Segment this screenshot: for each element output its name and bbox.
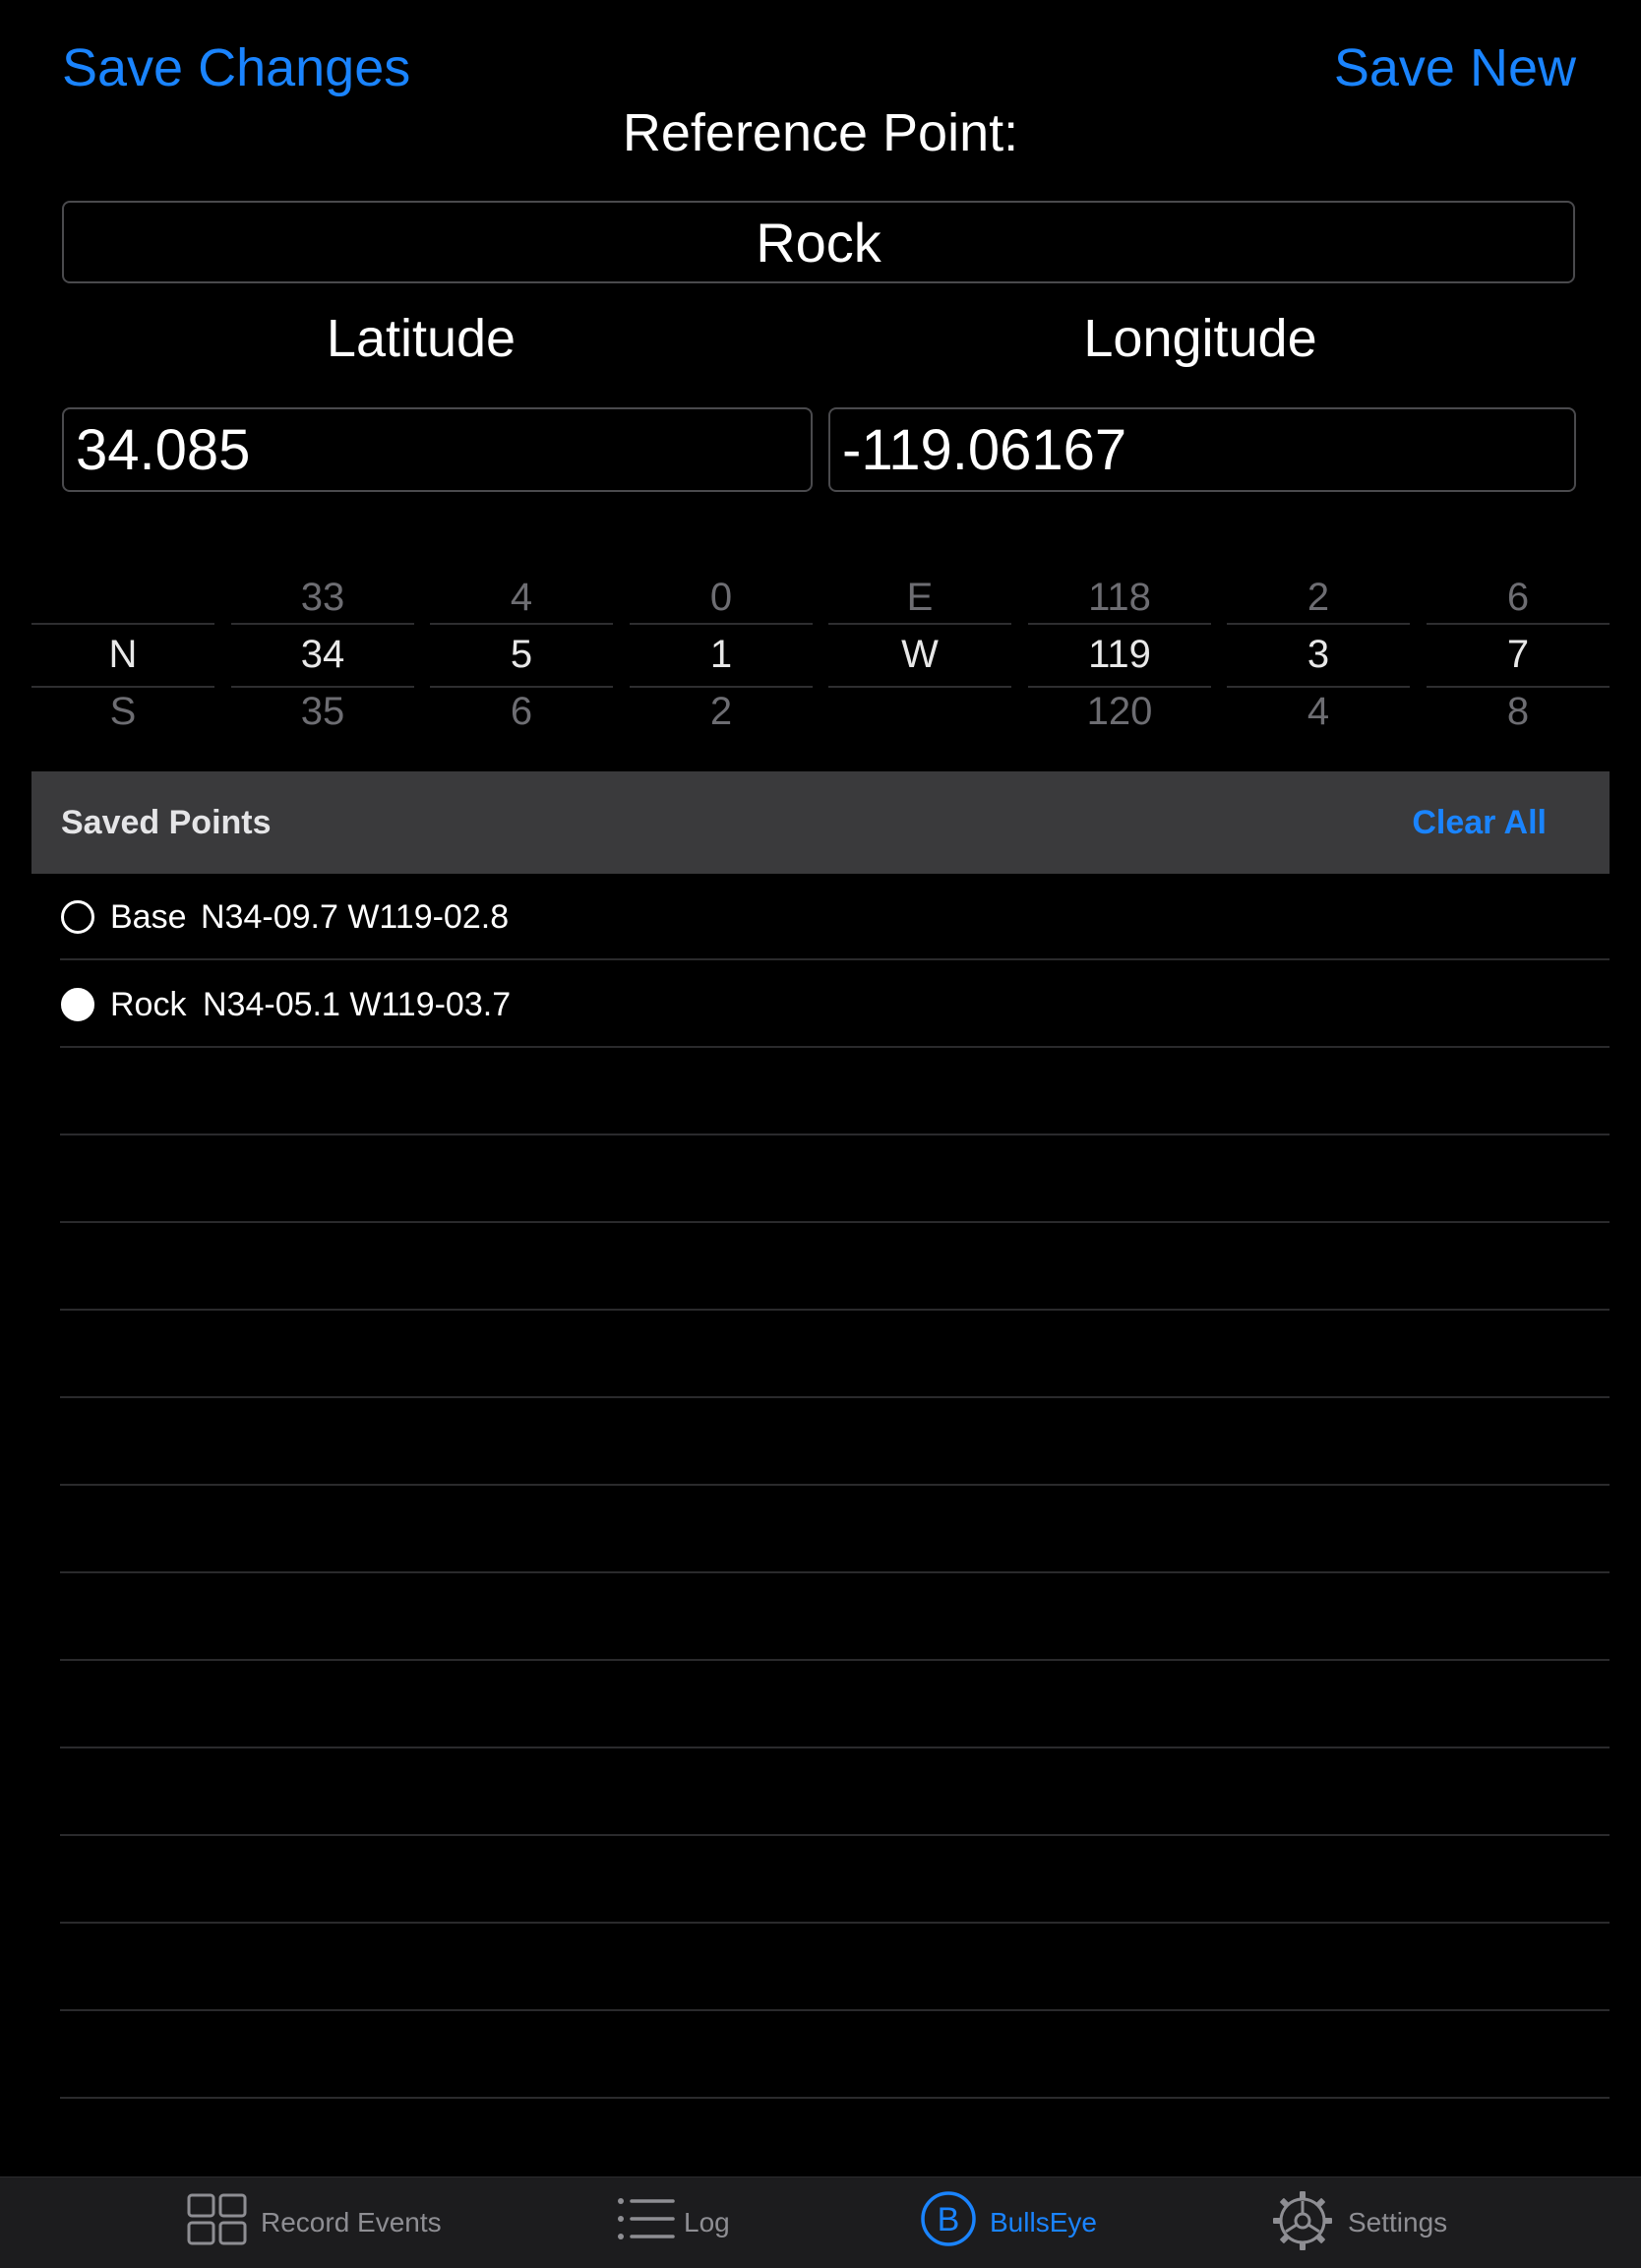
save-changes-button[interactable]: Save Changes	[62, 37, 410, 98]
picker-option[interactable]: E	[828, 573, 1011, 622]
picker-option[interactable]: 2	[630, 687, 813, 736]
picker-option[interactable]: S	[31, 687, 214, 736]
picker-divider	[231, 623, 414, 625]
empty-row	[60, 1749, 1610, 1836]
picker-divider	[828, 623, 1011, 625]
saved-point-coordinates: N34-09.7 W119-02.8	[201, 898, 510, 936]
picker-option[interactable]: 4	[430, 573, 613, 622]
clear-all-button[interactable]: Clear All	[1412, 801, 1547, 844]
radio-selected-icon[interactable]	[61, 988, 94, 1021]
grid-icon	[187, 2193, 247, 2245]
picker-lon-degrees[interactable]: 118 119 120	[1028, 569, 1211, 736]
picker-divider	[1227, 623, 1410, 625]
saved-point-row[interactable]: Base N34-09.7 W119-02.8	[60, 874, 1610, 960]
picker-option[interactable]: 2	[1227, 573, 1410, 622]
empty-row	[60, 1574, 1610, 1661]
picker-selected-option[interactable]: 7	[1427, 630, 1610, 679]
picker-selected-option[interactable]: 3	[1227, 630, 1410, 679]
picker-selected-option[interactable]: N	[31, 630, 214, 679]
empty-row	[60, 2012, 1610, 2099]
picker-option[interactable]: 6	[430, 687, 613, 736]
picker-divider	[1028, 623, 1211, 625]
picker-option[interactable]: 35	[231, 687, 414, 736]
bullseye-b-icon: B	[921, 2191, 976, 2246]
picker-option[interactable]: 4	[1227, 687, 1410, 736]
longitude-label: Longitude	[1083, 309, 1317, 368]
tab-record-events[interactable]: Record Events	[187, 2177, 443, 2268]
picker-selected-option[interactable]: W	[828, 630, 1011, 679]
picker-option[interactable]: 120	[1028, 687, 1211, 736]
picker-divider	[430, 623, 613, 625]
picker-divider	[828, 686, 1011, 688]
empty-row	[60, 1399, 1610, 1486]
saved-points-title: Saved Points	[61, 804, 272, 841]
picker-lon-minutes-ones[interactable]: 6 7 8	[1427, 569, 1610, 736]
empty-row	[60, 1487, 1610, 1573]
picker-divider	[1427, 623, 1610, 625]
tab-settings[interactable]: Settings	[1271, 2177, 1458, 2268]
empty-row	[60, 1224, 1610, 1311]
picker-lat-hemisphere[interactable]: N S	[31, 569, 214, 736]
tab-log[interactable]: Log	[616, 2177, 754, 2268]
picker-lat-degrees[interactable]: 33 34 35	[231, 569, 414, 736]
reference-name-field[interactable]	[62, 201, 1575, 283]
empty-row	[60, 1662, 1610, 1748]
empty-row	[60, 2100, 1610, 2176]
picker-lon-hemisphere[interactable]: E W	[828, 569, 1011, 736]
empty-row	[60, 1925, 1610, 2011]
empty-row	[60, 1837, 1610, 1924]
empty-row	[60, 1049, 1610, 1135]
picker-option[interactable]: 118	[1028, 573, 1211, 622]
save-new-button[interactable]: Save New	[1334, 37, 1576, 98]
picker-option[interactable]: 6	[1427, 573, 1610, 622]
empty-row	[60, 1136, 1610, 1223]
picker-divider	[630, 623, 813, 625]
picker-lat-minutes-ones[interactable]: 0 1 2	[630, 569, 813, 736]
picker-selected-option[interactable]: 119	[1028, 630, 1211, 679]
picker-lon-minutes-tens[interactable]: 2 3 4	[1227, 569, 1410, 736]
tab-bar: Record Events Log B BullsEye Settings	[0, 2176, 1641, 2268]
picker-option[interactable]: 0	[630, 573, 813, 622]
saved-point-coordinates: N34-05.1 W119-03.7	[203, 986, 512, 1023]
tab-bullseye[interactable]: B BullsEye	[919, 2177, 1116, 2268]
saved-points-header: Saved Points Clear All	[31, 771, 1610, 874]
longitude-field[interactable]	[828, 407, 1576, 492]
tab-label: Record Events	[261, 2207, 442, 2237]
tab-label: BullsEye	[990, 2207, 1097, 2237]
picker-lat-minutes-tens[interactable]: 4 5 6	[430, 569, 613, 736]
saved-point-name: Base	[110, 898, 187, 936]
picker-selected-option[interactable]: 1	[630, 630, 813, 679]
latitude-field[interactable]	[62, 407, 813, 492]
picker-selected-option[interactable]: 5	[430, 630, 613, 679]
latitude-label: Latitude	[326, 309, 517, 368]
svg-text:B: B	[938, 2201, 960, 2238]
tab-label: Settings	[1348, 2207, 1448, 2237]
saved-point-name: Rock	[110, 986, 187, 1023]
tab-label: Log	[684, 2207, 730, 2237]
picker-selected-option[interactable]: 34	[231, 630, 414, 679]
picker-option[interactable]: 33	[231, 573, 414, 622]
empty-row	[60, 1312, 1610, 1398]
radio-unselected-icon[interactable]	[61, 900, 94, 934]
picker-divider	[31, 623, 214, 625]
gear-icon	[1273, 2191, 1332, 2250]
reference-point-title: Reference Point:	[622, 103, 1019, 162]
list-icon	[618, 2198, 675, 2239]
saved-point-row[interactable]: Rock N34-05.1 W119-03.7	[60, 961, 1610, 1048]
picker-option[interactable]: 8	[1427, 687, 1610, 736]
